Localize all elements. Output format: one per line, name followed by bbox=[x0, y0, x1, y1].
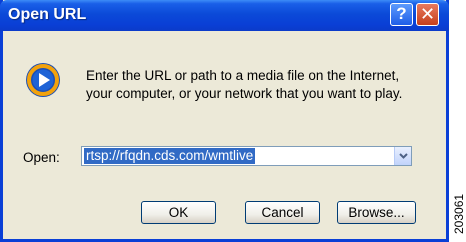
windows-media-player-icon bbox=[26, 63, 60, 97]
figure-code-text: 203061 bbox=[452, 193, 466, 234]
figure-code: 203061 bbox=[452, 176, 466, 236]
browse-button[interactable]: Browse... bbox=[337, 201, 416, 224]
instruction-line-2: your computer, or your network that you … bbox=[86, 86, 403, 101]
ok-button[interactable]: OK bbox=[141, 201, 216, 224]
open-url-combobox[interactable]: rtsp://rfqdn.cds.com/wmtlive bbox=[81, 146, 412, 166]
chevron-down-icon bbox=[399, 153, 408, 159]
dropdown-button[interactable] bbox=[394, 147, 411, 165]
cancel-button[interactable]: Cancel bbox=[245, 201, 320, 224]
title-bar[interactable]: Open URL ? ✕ bbox=[0, 0, 449, 31]
window-title: Open URL bbox=[8, 6, 87, 23]
open-label: Open: bbox=[23, 150, 60, 165]
url-input-value[interactable]: rtsp://rfqdn.cds.com/wmtlive bbox=[84, 148, 256, 164]
help-button[interactable]: ? bbox=[390, 3, 413, 26]
open-url-dialog: Open URL ? ✕ Enter the URL or path to a … bbox=[0, 0, 449, 242]
instruction-line-1: Enter the URL or path to a media file on… bbox=[86, 68, 400, 83]
close-button[interactable]: ✕ bbox=[416, 3, 439, 26]
instruction-text: Enter the URL or path to a media file on… bbox=[86, 67, 436, 103]
